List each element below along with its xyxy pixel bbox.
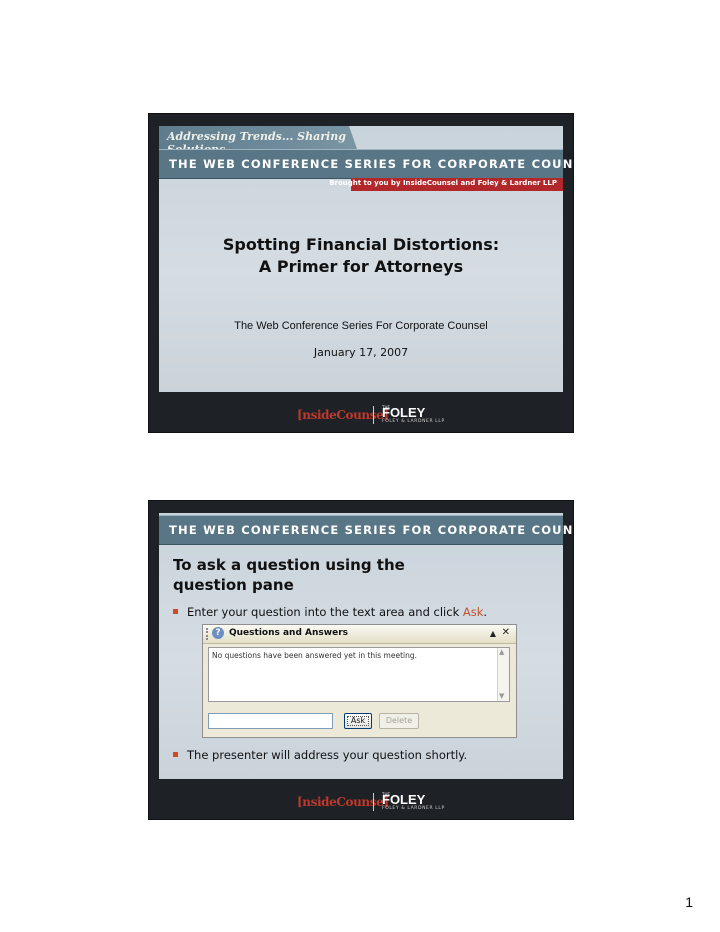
page-number: 1: [685, 894, 693, 910]
slide-heading-line1: To ask a question using the: [173, 556, 405, 574]
slide-title-line1: Spotting Financial Distortions:: [222, 235, 500, 254]
qa-pane-title: Questions and Answers: [229, 628, 348, 638]
title-slide: Addressing Trends... Sharing Solutions T…: [148, 113, 574, 433]
series-banner: THE WEB CONFERENCE SERIES FOR CORPORATE …: [159, 149, 573, 179]
foley-logo-subtitle: FOLEY & LARDNER LLP: [382, 806, 445, 811]
slide-date: January 17, 2007: [313, 346, 409, 359]
ask-button-focus: [347, 716, 369, 726]
tagline-tab: Addressing Trends... Sharing Solutions: [159, 126, 357, 149]
instructions-slide: THE WEB CONFERENCE SERIES FOR CORPORATE …: [148, 500, 574, 820]
insidecounsel-logo: [nsideCounse]: [297, 408, 389, 422]
logo-divider: [373, 793, 374, 811]
bullet-square-icon: [173, 752, 178, 757]
qa-pane-header: ? Questions and Answers ▲ ✕: [203, 625, 516, 644]
slide-title: Spotting Financial Distortions: A Primer…: [159, 234, 563, 278]
logo-divider: [373, 406, 374, 424]
answers-scrollbar[interactable]: ▲ ▼: [497, 648, 509, 701]
slide-panel: Addressing Trends... Sharing Solutions T…: [159, 126, 573, 392]
foley-logo: FOLEY: [382, 792, 426, 807]
slide-subtitle: The Web Conference Series For Corporate …: [234, 320, 488, 332]
questions-answers-pane: ? Questions and Answers ▲ ✕ No questions…: [202, 624, 517, 738]
delete-button[interactable]: Delete: [379, 713, 419, 729]
series-banner-text: THE WEB CONFERENCE SERIES FOR CORPORATE …: [169, 157, 574, 171]
sponsor-bar: Brought to you by InsideCounsel and Fole…: [329, 178, 563, 191]
foley-logo: FOLEY: [382, 405, 426, 420]
sponsor-logos: [nsideCounse] THE FOLEY FOLEY & LARDNER …: [149, 404, 573, 426]
bullet-square-icon: [173, 609, 178, 614]
grip-icon[interactable]: [206, 628, 210, 640]
bullet-enter-question: Enter your question into the text area a…: [173, 605, 487, 619]
foley-logo-subtitle: FOLEY & LARDNER LLP: [382, 419, 445, 424]
answers-message: No questions have been answered yet in t…: [212, 651, 417, 660]
collapse-icon[interactable]: ▲: [490, 629, 496, 638]
slide-title-line2: A Primer for Attorneys: [258, 257, 464, 276]
slide-panel: THE WEB CONFERENCE SERIES FOR CORPORATE …: [159, 513, 573, 779]
bullet-text-suffix: .: [483, 605, 488, 619]
slide-heading: To ask a question using the question pan…: [173, 555, 473, 595]
sponsor-text: Brought to you by InsideCounsel and Fole…: [329, 179, 557, 187]
series-banner-text: THE WEB CONFERENCE SERIES FOR CORPORATE …: [169, 523, 574, 537]
scroll-down-icon[interactable]: ▼: [499, 692, 504, 700]
ask-keyword: Ask: [462, 605, 484, 619]
insidecounsel-logo: [nsideCounse]: [297, 795, 389, 809]
close-icon[interactable]: ✕: [502, 627, 510, 638]
answers-area[interactable]: No questions have been answered yet in t…: [208, 647, 510, 702]
help-icon: ?: [212, 627, 224, 639]
question-input[interactable]: [208, 713, 333, 729]
bullet-text: Enter your question into the text area a…: [187, 605, 463, 619]
slide-heading-line2: question pane: [173, 576, 294, 594]
bullet-presenter: The presenter will address your question…: [173, 748, 467, 762]
scroll-up-icon[interactable]: ▲: [499, 648, 504, 656]
series-banner: THE WEB CONFERENCE SERIES FOR CORPORATE …: [159, 515, 573, 545]
ask-button[interactable]: Ask: [344, 713, 372, 729]
bullet-text: The presenter will address your question…: [187, 748, 468, 762]
sponsor-logos: [nsideCounse] THE FOLEY FOLEY & LARDNER …: [149, 791, 573, 813]
